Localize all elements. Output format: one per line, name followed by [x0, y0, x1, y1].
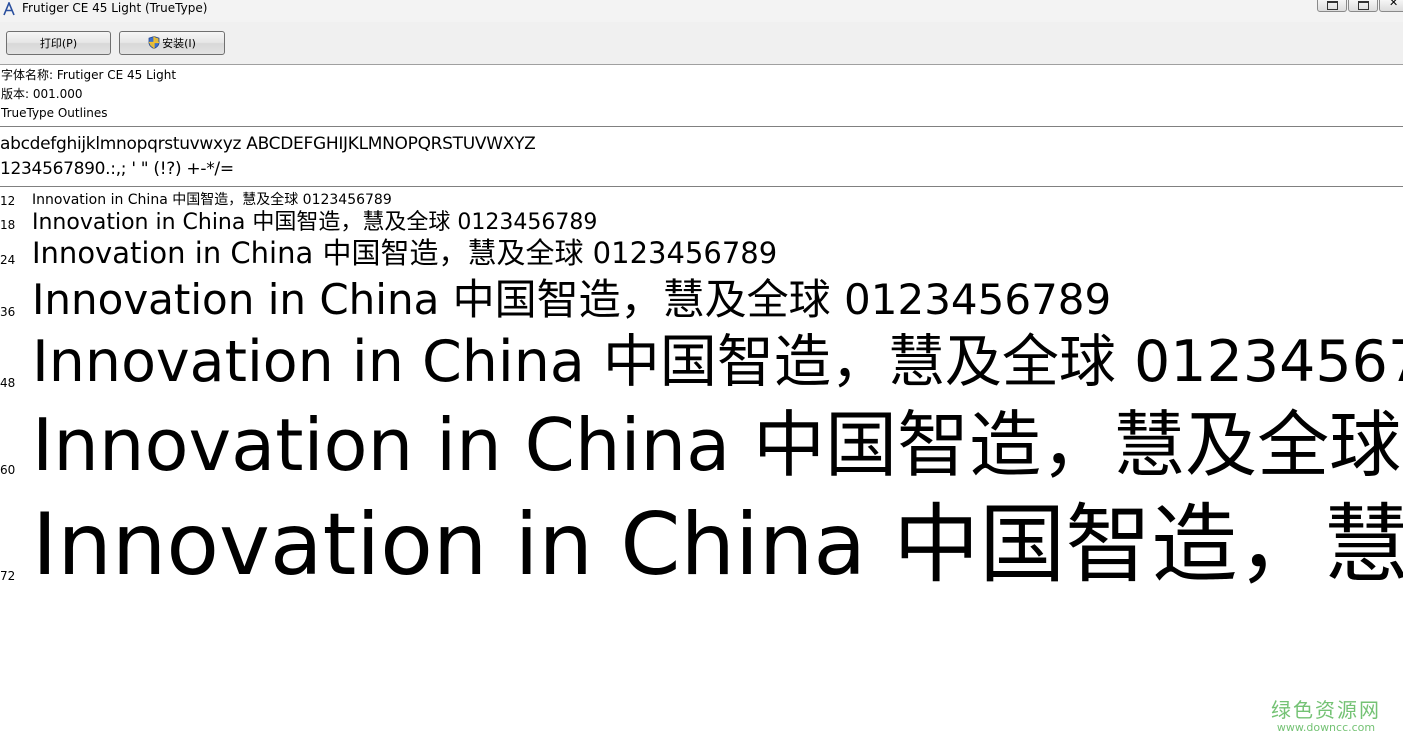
- charset-symbols: 1234567890.:,; ' " (!?) +-*/=: [0, 159, 234, 179]
- size-label: 60: [0, 463, 16, 477]
- size-label: 48: [0, 376, 16, 390]
- minimize-button[interactable]: [1317, 0, 1347, 12]
- maximize-icon: [1358, 1, 1369, 10]
- print-button[interactable]: 打印(P): [6, 31, 111, 55]
- sample-text: Innovation in China 中国智造，慧及全球 0123456789: [32, 210, 598, 235]
- size-label: 24: [0, 253, 16, 267]
- size-label: 18: [0, 218, 16, 232]
- install-button-label: 安装(I): [162, 37, 196, 50]
- font-file-icon: [3, 2, 15, 16]
- size-label: 36: [0, 305, 16, 319]
- divider: [0, 186, 1403, 187]
- close-icon: ✕: [1389, 0, 1399, 9]
- maximize-button[interactable]: [1348, 0, 1378, 12]
- sample-text: Innovation in China 中国智造，慧及全球 0123456789: [32, 236, 778, 270]
- charset-letters: abcdefghijklmnopqrstuvwxyz ABCDEFGHIJKLM…: [0, 134, 536, 154]
- font-version: 版本: 001.000: [1, 87, 83, 101]
- sample-text: Innovation in China 中国智造，慧及全球 0123456789: [32, 192, 392, 208]
- watermark-url: www.downcc.com: [1276, 721, 1376, 734]
- window-controls: ✕: [1316, 0, 1403, 12]
- site-watermark: 绿色资源网 www.downcc.com: [1271, 699, 1381, 734]
- sample-text: Innovation in China 中国智造，慧及全球 0123456789: [32, 275, 1112, 324]
- font-name: 字体名称: Frutiger CE 45 Light: [1, 68, 177, 82]
- size-label: 12: [0, 194, 16, 208]
- uac-shield-icon: [148, 36, 160, 49]
- character-set-preview: abcdefghijklmnopqrstuvwxyz ABCDEFGHIJKLM…: [0, 132, 536, 182]
- install-button[interactable]: 安装(I): [119, 31, 225, 55]
- sample-text: Innovation in China 中国智造，慧及全球 0123456789: [32, 403, 1403, 487]
- title-bar: Frutiger CE 45 Light (TrueType) ✕: [0, 0, 1403, 22]
- sample-text: Innovation in China 中国智造，慧及全球 0123456789: [32, 495, 1403, 595]
- close-button[interactable]: ✕: [1379, 0, 1403, 12]
- font-info: 字体名称: Frutiger CE 45 Light 版本: 001.000 T…: [0, 66, 1403, 123]
- sample-text: Innovation in China 中国智造，慧及全球 0123456789: [32, 329, 1403, 395]
- font-outline-type: TrueType Outlines: [1, 106, 108, 120]
- window-title: Frutiger CE 45 Light (TrueType): [22, 1, 208, 15]
- size-label: 72: [0, 569, 16, 583]
- minimize-icon: [1327, 1, 1338, 10]
- toolbar: 打印(P) 安装(I): [0, 22, 1403, 65]
- watermark-name: 绿色资源网: [1271, 698, 1381, 722]
- divider: [0, 126, 1403, 127]
- print-button-label: 打印(P): [39, 37, 78, 50]
